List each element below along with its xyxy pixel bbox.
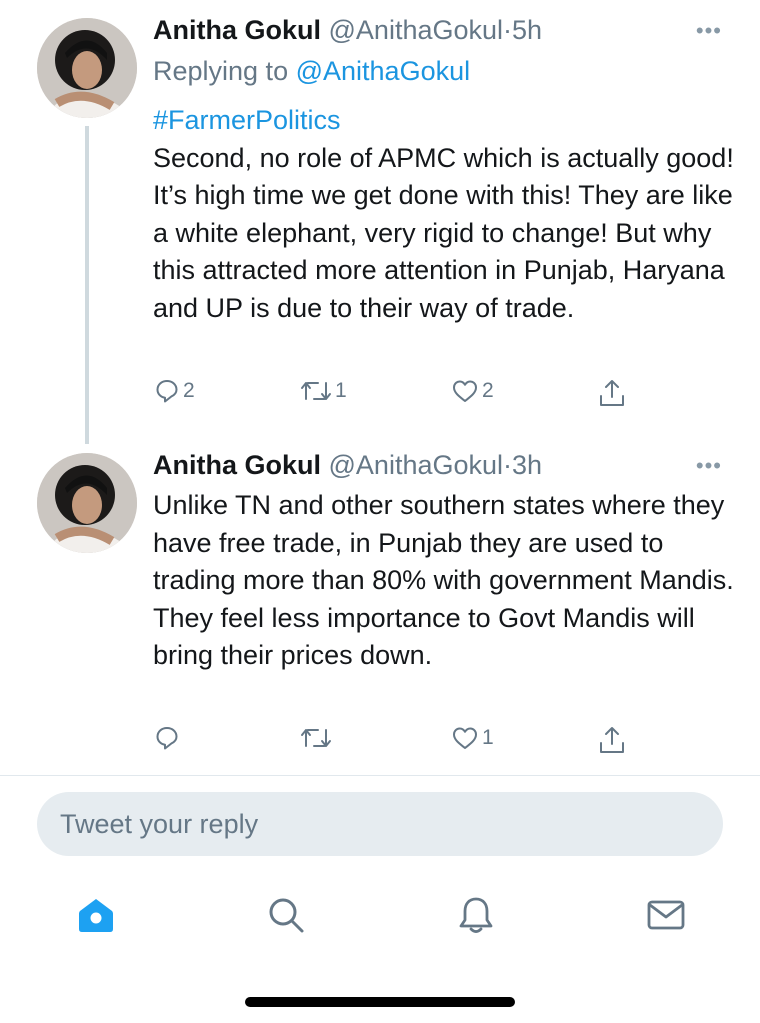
tweet-header: Anitha Gokul @AnithaGokul·5h [153, 14, 542, 46]
retweet-button[interactable]: 1 [300, 378, 347, 404]
like-button[interactable]: 1 [451, 725, 494, 751]
retweet-button[interactable] [300, 725, 335, 751]
tab-search[interactable] [256, 880, 316, 950]
author-handle[interactable]: @AnithaGokul [329, 15, 504, 45]
reply-button[interactable] [154, 725, 183, 751]
more-options-icon[interactable]: ••• [696, 18, 722, 44]
replying-prefix: Replying to [153, 56, 289, 86]
more-options-icon[interactable]: ••• [696, 453, 722, 479]
notifications-icon [459, 897, 493, 933]
tweet-actions: 2 1 2 [0, 378, 760, 418]
tab-messages[interactable] [636, 880, 696, 950]
tab-home[interactable] [66, 880, 126, 950]
share-icon [600, 380, 624, 406]
heart-icon [453, 727, 477, 749]
reply-icon [156, 727, 178, 750]
reply-input[interactable] [60, 808, 660, 840]
profile-photo [37, 453, 137, 553]
tweet-header: Anitha Gokul @AnithaGokul·3h [153, 449, 542, 481]
tweet-time: 3h [512, 450, 543, 480]
reply-icon [156, 380, 178, 403]
share-icon [600, 727, 624, 753]
messages-icon [647, 900, 685, 930]
author-handle[interactable]: @AnithaGokul [329, 450, 504, 480]
search-icon [269, 898, 304, 933]
tweet-text: #FarmerPolitics Second, no role of APMC … [153, 102, 738, 328]
share-button[interactable] [598, 378, 626, 408]
like-button[interactable]: 2 [451, 378, 494, 404]
avatar[interactable] [37, 453, 137, 553]
tweet-body: Unlike TN and other southern states wher… [153, 490, 734, 671]
tweet-actions: 1 [0, 725, 760, 765]
replying-to: Replying to @AnithaGokul [153, 56, 470, 87]
tweet-body: Second, no role of APMC which is actuall… [153, 142, 734, 323]
reply-composer[interactable] [37, 792, 723, 856]
like-count: 1 [482, 726, 494, 749]
home-icon [79, 899, 113, 932]
like-count: 2 [482, 379, 494, 402]
heart-icon [453, 380, 477, 402]
retweet-count: 1 [335, 379, 347, 402]
author-name[interactable]: Anitha Gokul [153, 450, 321, 480]
reply-count: 2 [183, 379, 195, 402]
author-name[interactable]: Anitha Gokul [153, 15, 321, 45]
replying-mention[interactable]: @AnithaGokul [296, 56, 471, 86]
reply-button[interactable]: 2 [154, 378, 195, 404]
bottom-tab-bar [0, 880, 760, 950]
avatar[interactable] [37, 18, 137, 118]
divider [0, 775, 760, 776]
tab-notifications[interactable] [446, 880, 506, 950]
home-indicator[interactable] [245, 997, 515, 1007]
retweet-icon [301, 382, 331, 400]
retweet-icon [301, 729, 331, 747]
profile-photo [37, 18, 137, 118]
hashtag-link[interactable]: #FarmerPolitics [153, 102, 738, 140]
tweet-text: Unlike TN and other southern states wher… [153, 487, 738, 675]
separator: · [503, 450, 513, 480]
share-button[interactable] [598, 725, 626, 755]
separator: · [503, 15, 513, 45]
tweet-time: 5h [512, 15, 543, 45]
